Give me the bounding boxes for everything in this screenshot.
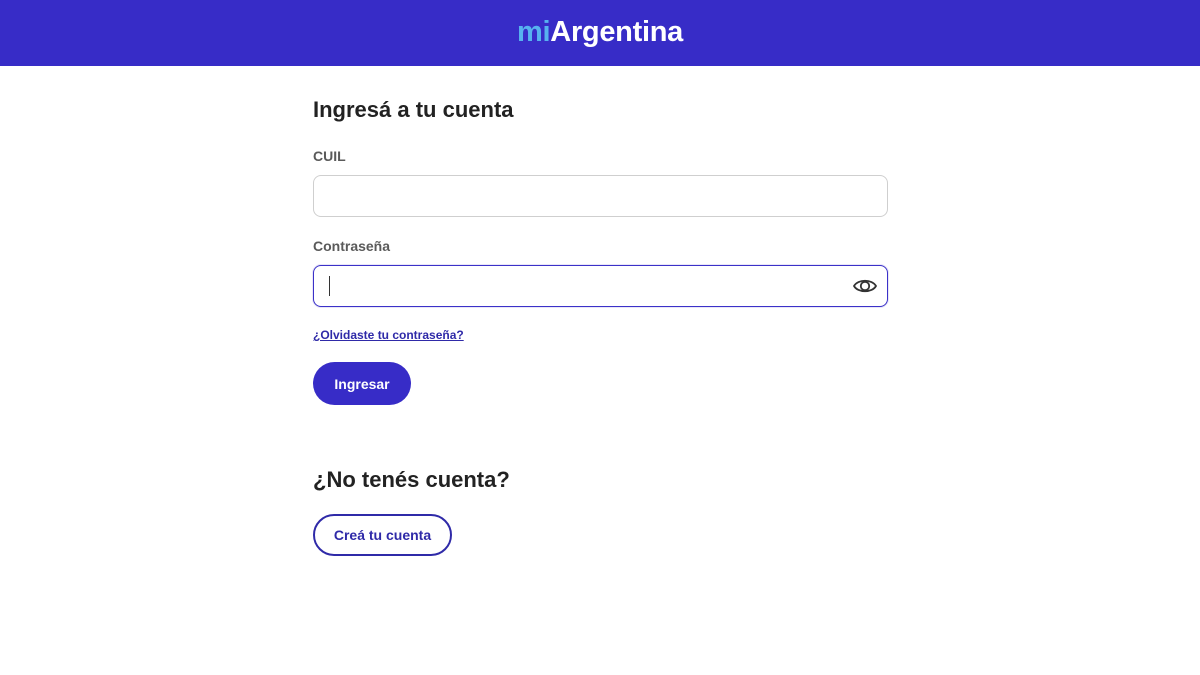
logo-main-text: Argentina (550, 15, 683, 48)
cuil-input[interactable] (314, 176, 887, 216)
miargentina-logo[interactable]: miArgentina (517, 15, 683, 48)
password-field-container (313, 265, 888, 307)
text-cursor (329, 276, 330, 296)
password-input[interactable] (314, 266, 887, 306)
login-title: Ingresá a tu cuenta (313, 97, 514, 122)
cuil-label: CUIL (313, 148, 346, 164)
create-account-button[interactable]: Creá tu cuenta (313, 514, 452, 556)
password-label: Contraseña (313, 238, 391, 254)
eye-icon (853, 279, 877, 293)
login-submit-button[interactable]: Ingresar (313, 362, 411, 405)
cuil-field-container (313, 175, 888, 217)
forgot-password-link[interactable]: ¿Olvidaste tu contraseña? (313, 328, 464, 342)
show-password-toggle[interactable] (852, 274, 878, 298)
no-account-title: ¿No tenés cuenta? (313, 467, 510, 492)
top-header-bar: miArgentina (0, 0, 1200, 66)
logo-prefix: mi (517, 15, 551, 48)
